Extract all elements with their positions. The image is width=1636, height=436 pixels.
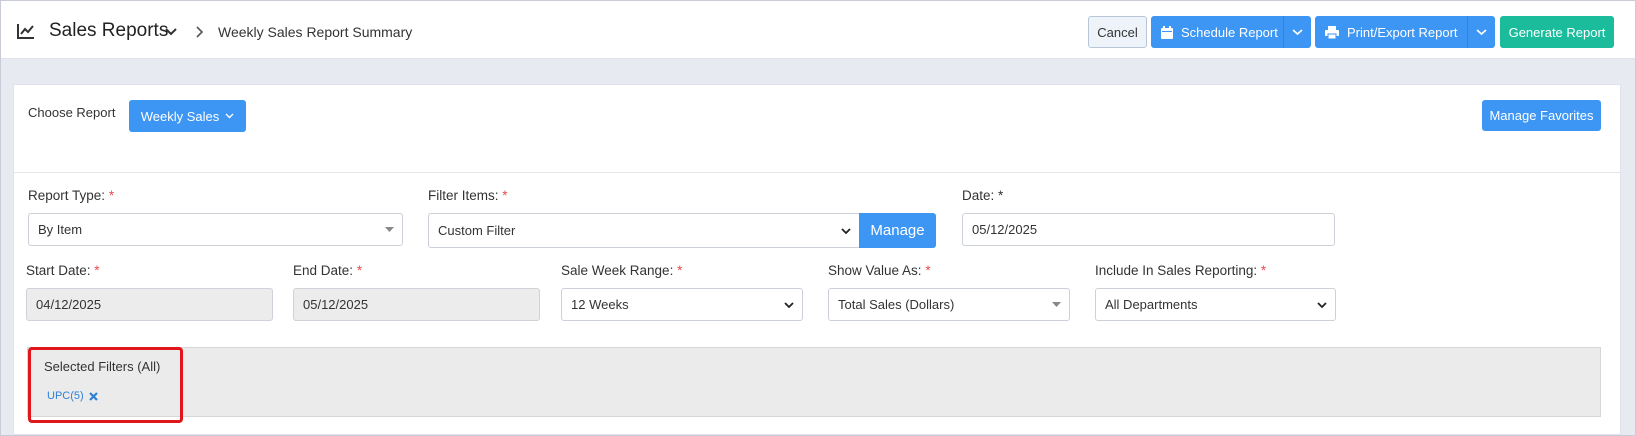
cancel-button[interactable]: Cancel <box>1088 16 1147 48</box>
date-input[interactable]: 05/12/2025 <box>962 213 1335 246</box>
filter-items-label: Filter Items: * <box>428 188 508 203</box>
start-date-value: 04/12/2025 <box>36 297 102 312</box>
chevron-right-icon <box>196 26 204 38</box>
report-select-button[interactable]: Weekly Sales <box>129 100 246 132</box>
report-type-label: Report Type: * <box>28 188 115 203</box>
schedule-report-label: Schedule Report <box>1181 24 1278 40</box>
include-sales-label: Include In Sales Reporting: * <box>1095 263 1267 278</box>
schedule-report-split-button: Schedule Report <box>1151 16 1311 48</box>
generate-report-button[interactable]: Generate Report <box>1500 16 1614 48</box>
chevron-down-icon[interactable] <box>164 25 178 39</box>
report-select-label: Weekly Sales <box>140 108 220 124</box>
end-date-label: End Date: * <box>293 263 363 278</box>
page-title[interactable]: Sales Reports <box>49 20 168 42</box>
top-header: Sales Reports Weekly Sales Report Summar… <box>1 1 1635 59</box>
chevron-down-icon <box>1476 29 1487 36</box>
choose-report-label: Choose Report <box>28 105 116 120</box>
show-value-value: Total Sales (Dollars) <box>838 297 955 312</box>
selected-filters-panel <box>27 347 1601 417</box>
include-sales-select[interactable]: All Departments <box>1095 288 1336 321</box>
divider <box>14 172 1620 173</box>
manage-filter-button[interactable]: Manage <box>859 213 936 248</box>
report-type-value: By Item <box>38 222 83 237</box>
end-date-input: 05/12/2025 <box>293 288 540 321</box>
date-value: 05/12/2025 <box>972 222 1038 237</box>
chevron-down-icon <box>784 302 794 309</box>
date-label: Date: * <box>962 188 1004 203</box>
report-type-select[interactable]: By Item <box>28 213 403 246</box>
show-value-select[interactable]: Total Sales (Dollars) <box>828 288 1070 321</box>
calendar-icon <box>1161 25 1173 39</box>
printer-icon <box>1325 25 1339 39</box>
caret-down-icon <box>1052 302 1061 307</box>
chart-line-icon <box>17 24 34 39</box>
schedule-report-button[interactable]: Schedule Report <box>1151 16 1283 48</box>
chevron-down-icon <box>1292 29 1303 36</box>
sale-week-range-label: Sale Week Range: * <box>561 263 683 278</box>
start-date-label: Start Date: * <box>26 263 100 278</box>
chevron-down-icon <box>1317 302 1327 309</box>
schedule-report-caret[interactable] <box>1283 16 1311 48</box>
caret-down-icon <box>385 227 394 232</box>
end-date-value: 05/12/2025 <box>303 297 369 312</box>
sale-week-range-value: 12 Weeks <box>571 297 629 312</box>
start-date-input: 04/12/2025 <box>26 288 273 321</box>
print-export-button[interactable]: Print/Export Report <box>1315 16 1467 48</box>
highlight-box <box>28 347 183 423</box>
chevron-down-icon <box>841 228 851 235</box>
include-sales-value: All Departments <box>1105 297 1198 312</box>
manage-favorites-button[interactable]: Manage Favorites <box>1482 100 1601 131</box>
filter-items-value: Custom Filter <box>438 223 516 238</box>
print-export-caret[interactable] <box>1467 16 1495 48</box>
filter-items-select[interactable]: Custom Filter <box>428 213 860 248</box>
sale-week-range-select[interactable]: 12 Weeks <box>561 288 803 321</box>
breadcrumb: Weekly Sales Report Summary <box>218 24 413 40</box>
show-value-label: Show Value As: * <box>828 263 931 278</box>
print-export-split-button: Print/Export Report <box>1315 16 1495 48</box>
print-export-label: Print/Export Report <box>1347 24 1458 40</box>
chevron-down-icon <box>225 113 234 119</box>
